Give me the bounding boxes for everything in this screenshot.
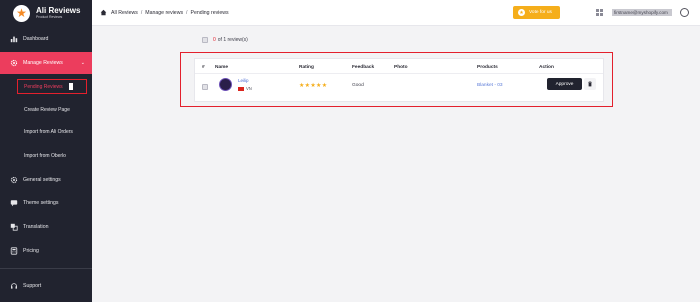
topbar: All Reviews / Manage reviews / Pending r… (92, 0, 700, 26)
sidebar-item-label: Translation (23, 224, 49, 230)
avatar (219, 78, 232, 91)
sidebar-subitem-pending-reviews[interactable]: Pending Reviews (17, 79, 87, 94)
sidebar-item-dashboard[interactable]: Dashboard (0, 28, 92, 50)
chevron-down-icon: ⌄ (80, 60, 85, 66)
translate-icon (9, 223, 18, 232)
trash-icon (588, 81, 592, 87)
selection-marker (68, 83, 73, 90)
breadcrumb-all-reviews[interactable]: All Reviews (111, 10, 138, 16)
reviewer-name[interactable]: Leilip (238, 78, 249, 83)
column-header-number: # (202, 65, 205, 70)
column-header-photo: Photo (394, 65, 408, 70)
header-divider (195, 73, 603, 74)
approve-button[interactable]: Approve (547, 78, 582, 90)
sidebar-item-label: Dashboard (23, 36, 49, 42)
vietnam-flag-icon (238, 87, 244, 91)
sidebar-subitem-label: Import from Oberlo (24, 153, 66, 159)
column-header-products: Products (477, 65, 498, 70)
row-checkbox[interactable] (202, 84, 208, 90)
breadcrumb: All Reviews / Manage reviews / Pending r… (100, 9, 229, 16)
delete-button[interactable] (584, 78, 596, 90)
column-header-name: Name (215, 65, 229, 70)
sidebar-item-theme-settings[interactable]: Theme settings (0, 192, 92, 214)
review-feedback: Good (352, 83, 364, 88)
headset-icon (9, 282, 18, 291)
sidebar-item-translation[interactable]: Translation (0, 216, 92, 238)
star-icon: ★ (518, 9, 525, 16)
star-icon: ★ (13, 4, 30, 22)
pending-reviews-table: # Name Rating Feedback Photo Products Ac… (194, 58, 604, 102)
sidebar-item-label: General settings (23, 177, 61, 183)
review-count-row: 0 of 1 review(s) (202, 37, 248, 43)
breadcrumb-separator: / (186, 9, 188, 16)
user-icon[interactable] (680, 8, 689, 17)
sidebar-subitem-label: Import from Ali Orders (24, 129, 73, 135)
column-header-feedback: Feedback (352, 65, 375, 70)
sidebar-item-label: Pricing (23, 248, 39, 254)
sidebar-subitem-import-ali-orders[interactable]: Import from Ali Orders (0, 121, 92, 143)
column-header-rating: Rating (299, 65, 314, 70)
sidebar-subitem-label: Create Review Page (24, 107, 70, 113)
app-title: Ali Reviews (36, 6, 81, 15)
home-icon[interactable] (100, 9, 107, 16)
vote-for-us-button[interactable]: ★ Vote for us (513, 6, 560, 19)
breadcrumb-pending-reviews: Pending reviews (190, 9, 229, 16)
review-count-text: of 1 review(s) (217, 37, 248, 43)
app-subtitle: Product Reviews (36, 15, 63, 19)
sidebar-divider (0, 268, 92, 269)
breadcrumb-separator: / (140, 9, 143, 16)
select-all-checkbox[interactable] (202, 37, 208, 43)
app-logo[interactable]: ★ Ali Reviews Product Reviews (0, 0, 92, 26)
vote-label: Vote for us (529, 10, 552, 15)
sidebar-item-support[interactable]: Support (0, 275, 92, 297)
sidebar-item-general-settings[interactable]: General settings (0, 169, 92, 191)
chat-icon (9, 199, 18, 208)
product-link[interactable]: Blanket - 03 (477, 83, 503, 88)
sidebar-item-label: Manage Reviews (23, 60, 63, 66)
sidebar-subitem-create-review-page[interactable]: Create Review Page (0, 99, 92, 121)
gear-icon (9, 59, 18, 68)
calculator-icon (9, 247, 18, 256)
column-header-action: Action (539, 65, 554, 70)
sidebar: ★ Ali Reviews Product Reviews Dashboard … (0, 0, 92, 302)
sidebar-item-pricing[interactable]: Pricing (0, 240, 92, 262)
breadcrumb-manage-reviews[interactable]: Manage reviews (145, 10, 183, 16)
apps-grid-icon[interactable] (596, 9, 603, 16)
gear-icon (9, 176, 18, 185)
sidebar-item-manage-reviews[interactable]: Manage Reviews ⌄ (0, 52, 92, 74)
rating-stars: ★★★★★ (299, 83, 328, 89)
reviewer-country: VN (246, 86, 252, 91)
sidebar-subitem-label: Pending Reviews (24, 83, 63, 90)
bar-chart-icon (9, 35, 18, 44)
sidebar-item-label: Theme settings (23, 200, 59, 206)
sidebar-subitem-import-oberlo[interactable]: Import from Oberlo (0, 145, 92, 167)
store-name[interactable]: firstname@myshopify.com (612, 9, 672, 16)
selected-count: 0 (213, 37, 216, 43)
sidebar-item-label: Support (23, 283, 42, 289)
